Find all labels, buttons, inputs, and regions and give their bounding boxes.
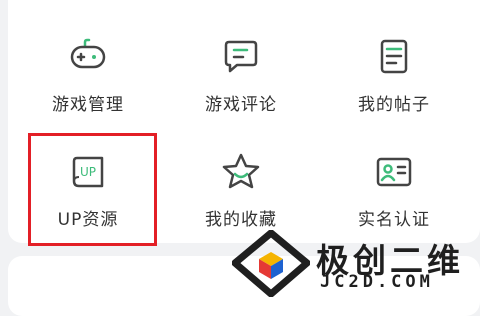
highlight-box [28,133,157,246]
star-icon [222,153,260,189]
comment-icon [224,40,258,73]
menu-item-game-reviews[interactable]: 游戏评论 [166,37,316,127]
watermark-subtitle: JC2D.COM [320,272,434,292]
id-card-icon [376,157,412,187]
menu-item-my-posts[interactable]: 我的帖子 [319,37,469,127]
menu-item-my-favorites[interactable]: 我的收藏 [166,152,316,242]
gamepad-icon [70,38,106,69]
menu-item-label: 游戏评论 [205,95,277,115]
menu-item-label: 游戏管理 [52,95,124,115]
watermark: 极创二维 JC2D.COM [232,230,480,297]
menu-item-game-management[interactable]: 游戏管理 [13,37,163,127]
document-icon [380,39,408,74]
menu-item-label: 实名认证 [358,210,430,230]
menu-item-real-name-verification[interactable]: 实名认证 [319,152,469,242]
menu-item-label: 我的帖子 [358,95,430,115]
menu-item-label: 我的收藏 [205,210,277,230]
watermark-logo-icon [232,230,310,297]
